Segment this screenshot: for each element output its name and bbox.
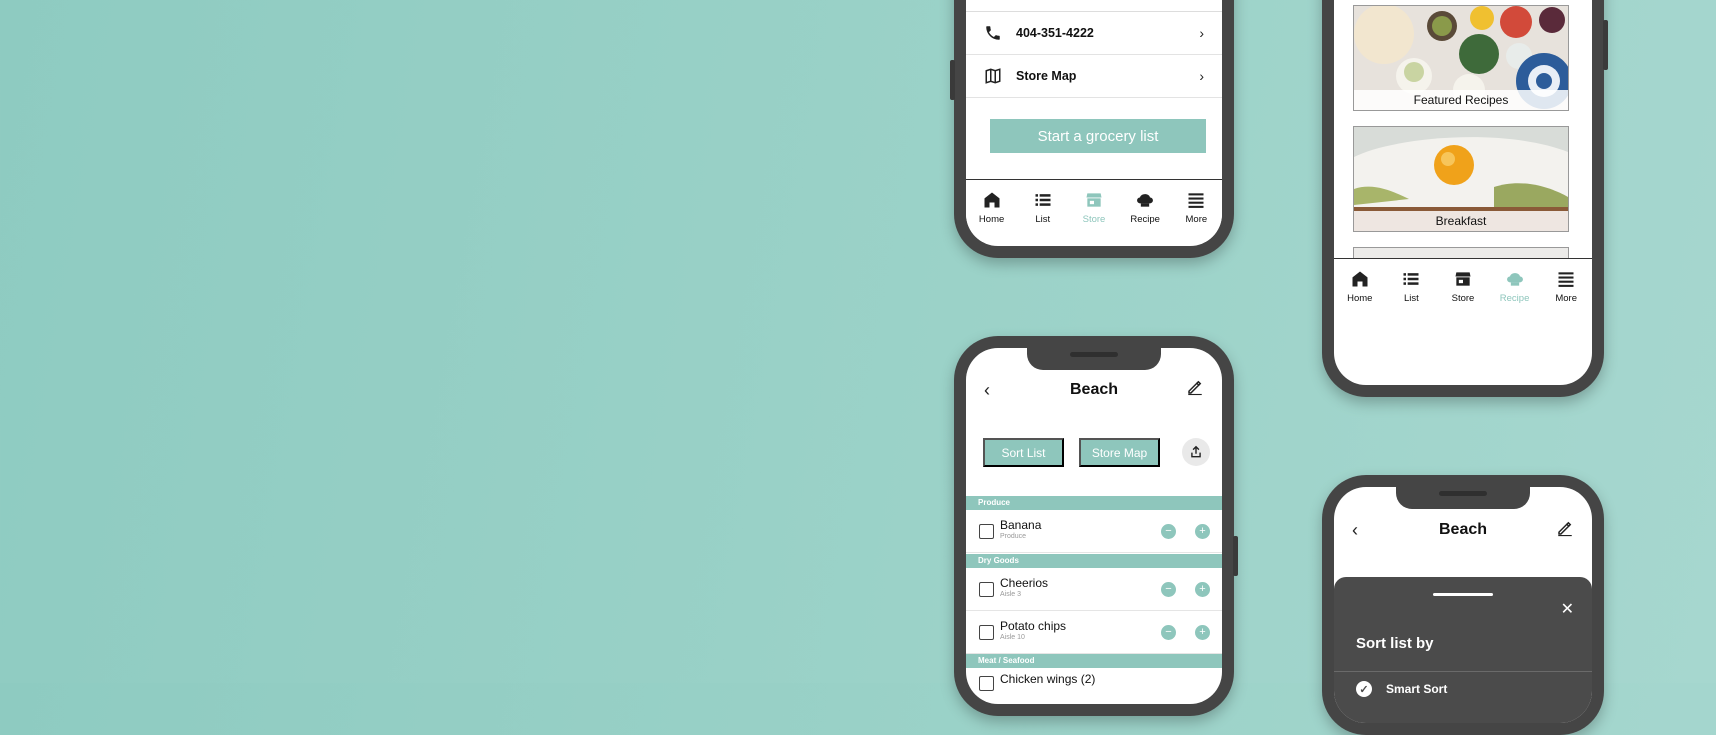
store-map-row[interactable]: Store Map ›	[966, 55, 1222, 98]
tab-recipe[interactable]: Recipe	[1122, 190, 1168, 225]
sort-sheet: ✕ Sort list by ✓ Smart Sort	[1334, 577, 1592, 723]
home-icon	[1352, 271, 1368, 287]
chef-hat-icon	[1137, 194, 1154, 207]
tab-label: Store	[1451, 293, 1475, 304]
tab-label: List	[1035, 214, 1051, 225]
decrement-button[interactable]: −	[1161, 524, 1176, 539]
tab-label: Store	[1082, 214, 1106, 225]
phone-recipe-screen: Featured Recipes Breakfast Home List Sto…	[1322, 0, 1608, 397]
menu-icon	[1188, 193, 1204, 208]
tab-bar: Home List Store Recipe More	[966, 179, 1222, 242]
recipe-screen: Featured Recipes Breakfast Home List Sto…	[1334, 0, 1592, 385]
tab-list[interactable]: List	[1388, 269, 1434, 304]
divider	[1334, 671, 1592, 672]
sort-screen: ‹ Beach ✕ Sort list by ✓ Smart Sort	[1334, 487, 1592, 723]
notch	[1027, 348, 1161, 370]
store-icon	[1086, 193, 1102, 207]
increment-button[interactable]: +	[1195, 582, 1210, 597]
list-item[interactable]: Banana Produce − +	[966, 510, 1222, 553]
tab-list[interactable]: List	[1020, 190, 1066, 225]
item-name: Banana	[1000, 518, 1042, 532]
decrement-button[interactable]: −	[1161, 625, 1176, 640]
side-button	[950, 60, 955, 100]
sheet-drag-handle[interactable]	[1433, 593, 1493, 596]
item-checkbox[interactable]	[979, 676, 994, 691]
home-icon	[984, 192, 1000, 208]
sort-option-smart-sort[interactable]: ✓ Smart Sort	[1356, 681, 1447, 697]
tab-recipe[interactable]: Recipe	[1492, 269, 1538, 304]
item-location: Aisle 10	[1000, 634, 1025, 641]
list-title: Beach	[1069, 381, 1119, 398]
sort-list-button[interactable]: Sort List	[983, 438, 1064, 467]
increment-button[interactable]: +	[1195, 625, 1210, 640]
tab-more[interactable]: More	[1543, 269, 1589, 304]
tab-label: Recipe	[1499, 293, 1530, 304]
menu-icon	[1558, 272, 1574, 287]
sort-option-label: Smart Sort	[1386, 682, 1448, 696]
tab-home[interactable]: Home	[1337, 269, 1383, 304]
tab-more[interactable]: More	[1173, 190, 1219, 225]
map-icon	[985, 68, 1001, 84]
recipe-card-label: Breakfast	[1354, 211, 1568, 231]
chevron-right-icon: ›	[1199, 68, 1204, 84]
item-location: Aisle 3	[1000, 591, 1022, 598]
check-icon: ✓	[1356, 681, 1372, 697]
phone-number: 404-351-4222	[1016, 26, 1094, 40]
item-checkbox[interactable]	[979, 625, 994, 640]
decrement-button[interactable]: −	[1161, 582, 1176, 597]
phone-sort-screen: ‹ Beach ✕ Sort list by ✓ Smart Sort	[1322, 475, 1604, 735]
share-icon	[1191, 445, 1201, 458]
phone-icon	[986, 26, 1000, 40]
list-title: Beach	[1438, 521, 1488, 538]
edit-icon[interactable]	[1186, 378, 1204, 396]
tab-label: Home	[1347, 293, 1373, 304]
increment-button[interactable]: +	[1195, 524, 1210, 539]
share-button[interactable]	[1182, 438, 1210, 466]
list-icon	[1035, 194, 1051, 206]
tab-bar: Home List Store Recipe More	[1334, 258, 1592, 321]
start-grocery-list-button[interactable]: Start a grocery list	[990, 119, 1206, 153]
store-screen: 404-351-4222 › Store Map › Start a groce…	[966, 0, 1222, 246]
section-header: Meat / Seafood	[966, 654, 1222, 668]
phone-store-screen: 404-351-4222 › Store Map › Start a groce…	[950, 0, 1234, 258]
edit-icon[interactable]	[1556, 519, 1574, 537]
phone-list-screen: ‹ Beach Sort List Store Map Produce Bana…	[954, 336, 1238, 716]
item-checkbox[interactable]	[979, 582, 994, 597]
notch	[1396, 487, 1530, 509]
phone-row[interactable]: 404-351-4222 ›	[966, 12, 1222, 55]
section-header: Dry Goods	[966, 554, 1222, 568]
store-map-button[interactable]: Store Map	[1079, 438, 1160, 467]
chef-hat-icon	[1506, 273, 1523, 286]
list-item[interactable]: Chicken wings (2)	[966, 668, 1222, 704]
tab-store[interactable]: Store	[1440, 269, 1486, 304]
item-name: Cheerios	[1000, 576, 1049, 590]
tab-label: More	[1555, 293, 1577, 304]
chevron-right-icon: ›	[1199, 25, 1204, 41]
side-button	[1233, 536, 1238, 576]
list-item[interactable]: Cheerios Aisle 3 − +	[966, 568, 1222, 611]
item-name: Potato chips	[1000, 619, 1067, 633]
item-location: Produce	[1000, 533, 1027, 540]
store-map-label: Store Map	[1016, 69, 1077, 83]
recipe-card-featured[interactable]: Featured Recipes	[1353, 5, 1569, 111]
list-icon	[1403, 273, 1419, 285]
item-name: Chicken wings (2)	[1000, 672, 1096, 686]
recipe-card-label: Featured Recipes	[1354, 90, 1568, 110]
tab-label: Recipe	[1130, 214, 1160, 225]
tab-label: Home	[978, 214, 1005, 225]
store-icon	[1455, 272, 1471, 286]
section-header: Produce	[966, 496, 1222, 510]
tab-store[interactable]: Store	[1071, 190, 1117, 225]
tab-home[interactable]: Home	[969, 190, 1015, 225]
tab-label: More	[1185, 214, 1208, 225]
close-icon[interactable]: ✕	[1561, 599, 1574, 619]
side-button	[1603, 20, 1608, 70]
list-screen: ‹ Beach Sort List Store Map Produce Bana…	[966, 348, 1222, 704]
item-checkbox[interactable]	[979, 524, 994, 539]
list-item[interactable]: Potato chips Aisle 10 − +	[966, 611, 1222, 654]
tab-label: List	[1403, 293, 1419, 304]
recipe-card-breakfast[interactable]: Breakfast	[1353, 126, 1569, 232]
sheet-title: Sort list by	[1356, 635, 1434, 652]
